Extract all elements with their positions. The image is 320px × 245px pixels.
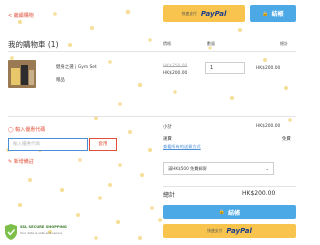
shield-icon bbox=[5, 224, 17, 240]
ssl-secure-badge: SSL SECURE SHOPPING Your data is safe an… bbox=[4, 222, 67, 242]
shipping-select[interactable]: 滿HK$500 免費郵寄 ⌄ bbox=[163, 162, 274, 175]
divider bbox=[8, 116, 296, 117]
paypal-prefix: 快速支付 bbox=[181, 10, 197, 16]
note-icon: ✎ bbox=[8, 159, 13, 165]
quantity-column-header: 數量 bbox=[207, 41, 215, 46]
checkout-label: 結帳 bbox=[271, 11, 284, 18]
promo-toggle[interactable]: ◯ 輸入優惠代碼 bbox=[8, 126, 45, 133]
shipping-value: 免費 bbox=[282, 137, 291, 142]
lock-icon: 🔒 bbox=[218, 209, 226, 215]
gift-label: 贈品 bbox=[56, 78, 65, 83]
checkout-label: 結帳 bbox=[228, 209, 241, 217]
divider bbox=[8, 51, 296, 52]
price-column-header: 價格 bbox=[163, 41, 171, 46]
ssl-badge-title: SSL SECURE SHOPPING bbox=[20, 225, 67, 229]
subtotal-value: HK$200.00 bbox=[256, 124, 281, 129]
shipping-methods-link[interactable]: 查看所有的送貨方式 bbox=[163, 144, 201, 150]
paypal-logo: PayPal bbox=[200, 9, 227, 18]
add-note-label: 新增備註 bbox=[13, 159, 34, 165]
promo-code-input[interactable]: 輸入優惠代碼 bbox=[8, 138, 88, 151]
subtotal-label: 小計 bbox=[163, 125, 172, 130]
checkout-button-top[interactable]: 🔒 結帳 bbox=[250, 5, 296, 22]
paypal-prefix: 快速支付 bbox=[207, 228, 223, 233]
paypal-button-bottom[interactable]: 快速支付 PayPal bbox=[163, 224, 296, 238]
paypal-logo: PayPal bbox=[226, 227, 252, 235]
ssl-badge-subtitle: Your data is safe and secure bbox=[20, 231, 63, 235]
chevron-down-icon: ⌄ bbox=[265, 166, 269, 171]
product-thumbnail[interactable] bbox=[8, 60, 36, 88]
sale-price: HK$200.00 bbox=[163, 71, 188, 76]
tag-icon: ◯ bbox=[8, 127, 14, 133]
cart-title: 我的購物車 (1) bbox=[8, 40, 59, 49]
shipping-label: 運費 bbox=[163, 137, 172, 142]
lock-icon: 🔒 bbox=[262, 10, 269, 17]
total-value: HK$200.00 bbox=[242, 190, 276, 197]
paypal-button[interactable]: 快速支付 PayPal bbox=[163, 5, 245, 22]
divider bbox=[163, 186, 296, 187]
total-column-header: 總計 bbox=[280, 41, 288, 46]
line-total: HK$200.00 bbox=[256, 66, 281, 71]
checkout-button-bottom[interactable]: 🔒 結帳 bbox=[163, 205, 296, 219]
continue-shopping-link[interactable]: < 繼續購物 bbox=[8, 12, 34, 19]
original-price: HK$250.00 bbox=[163, 64, 188, 69]
promo-toggle-label: 輸入優惠代碼 bbox=[15, 127, 46, 133]
product-name[interactable]: 健身之選 | Gym Set bbox=[56, 64, 97, 70]
apply-promo-button[interactable]: 套用 bbox=[89, 138, 117, 151]
total-label: 總計 bbox=[163, 192, 176, 199]
shipping-select-value: 滿HK$500 免費郵寄 bbox=[168, 166, 207, 171]
add-note-link[interactable]: ✎ 新增備註 bbox=[8, 158, 34, 165]
quantity-input[interactable]: 1 bbox=[205, 62, 245, 74]
